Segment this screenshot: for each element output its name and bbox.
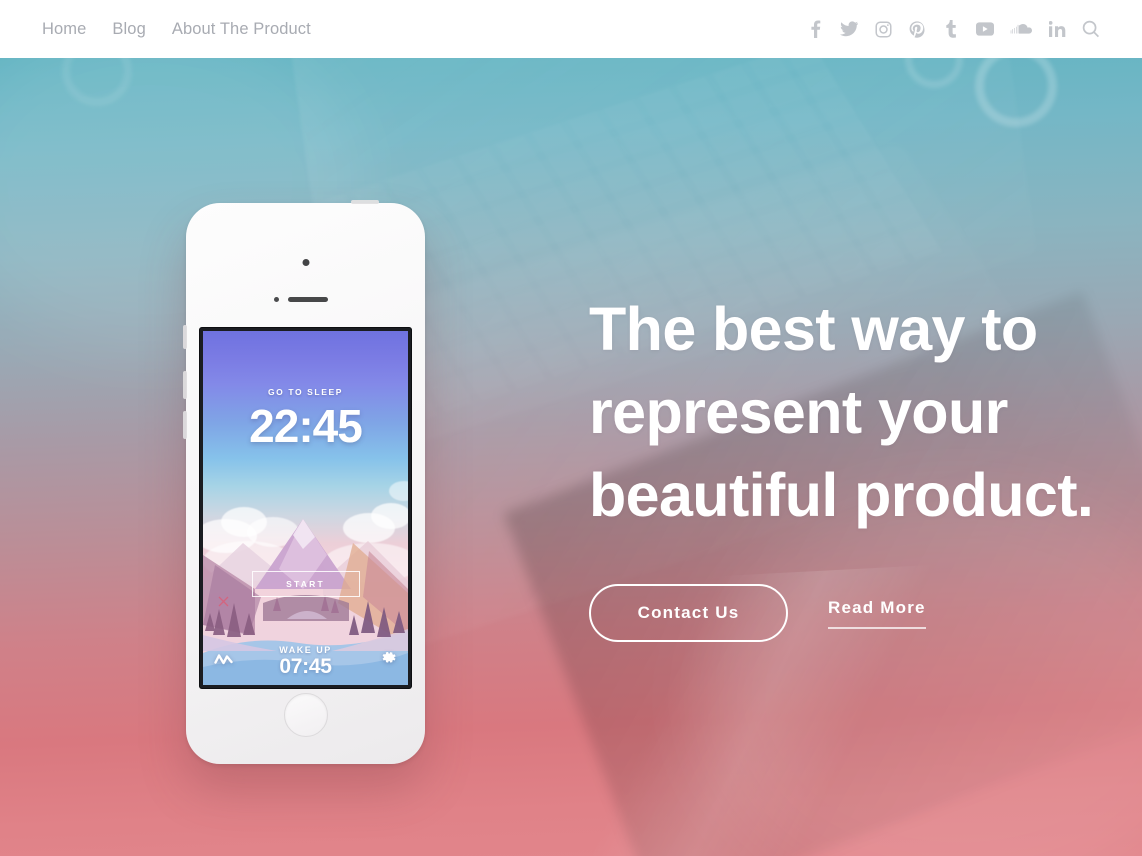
sleep-label: GO TO SLEEP: [267, 387, 344, 397]
tumblr-icon[interactable]: [942, 20, 960, 38]
headline-line-2: represent your: [589, 378, 1008, 446]
instagram-icon[interactable]: [874, 20, 892, 38]
read-more-link[interactable]: Read More: [828, 598, 926, 629]
phone-home-button[interactable]: [283, 693, 328, 737]
pinterest-icon[interactable]: [908, 20, 926, 38]
phone-proximity-sensor: [274, 297, 279, 302]
headline-line-1: The best way to: [589, 295, 1038, 363]
phone-mockup: GO TO SLEEP 22:45 START WAKE UP 07:45: [183, 200, 425, 764]
phone-earpiece-speaker: [288, 297, 328, 302]
hero-copy: The best way to represent your beautiful…: [589, 288, 1119, 642]
contact-us-button[interactable]: Contact Us: [589, 584, 788, 642]
page-title: The best way to represent your beautiful…: [589, 288, 1119, 537]
sleep-time: 22:45: [249, 400, 363, 452]
search-icon[interactable]: [1082, 20, 1100, 38]
phone-screen-bezel: GO TO SLEEP 22:45 START WAKE UP 07:45: [199, 327, 412, 689]
phone-front-camera: [302, 259, 309, 266]
headline-line-3: beautiful product.: [589, 461, 1094, 529]
nav-item-home[interactable]: Home: [42, 20, 86, 39]
nav-item-blog[interactable]: Blog: [112, 20, 145, 39]
app-bottom-bar: WAKE UP 07:45: [203, 635, 408, 685]
main-navigation: Home Blog About The Product: [42, 20, 311, 39]
activity-chart-icon[interactable]: [214, 653, 233, 671]
social-links: [806, 20, 1100, 38]
linkedin-icon[interactable]: [1048, 20, 1066, 38]
wake-up-time: 07:45: [279, 655, 332, 678]
soundcloud-icon[interactable]: [1010, 20, 1032, 38]
gear-icon[interactable]: [380, 649, 397, 671]
twitter-icon[interactable]: [840, 20, 858, 38]
cta-row: Contact Us Read More: [589, 584, 1119, 642]
site-header: Home Blog About The Product: [0, 0, 1142, 58]
start-button[interactable]: START: [251, 571, 360, 597]
nav-item-about-the-product[interactable]: About The Product: [172, 20, 311, 39]
app-screen: GO TO SLEEP 22:45 START WAKE UP 07:45: [203, 331, 408, 685]
hero-section: GO TO SLEEP 22:45 START WAKE UP 07:45 Th…: [0, 58, 1142, 856]
facebook-icon[interactable]: [806, 20, 824, 38]
wake-up-label: WAKE UP: [279, 645, 332, 655]
youtube-icon[interactable]: [976, 20, 994, 38]
